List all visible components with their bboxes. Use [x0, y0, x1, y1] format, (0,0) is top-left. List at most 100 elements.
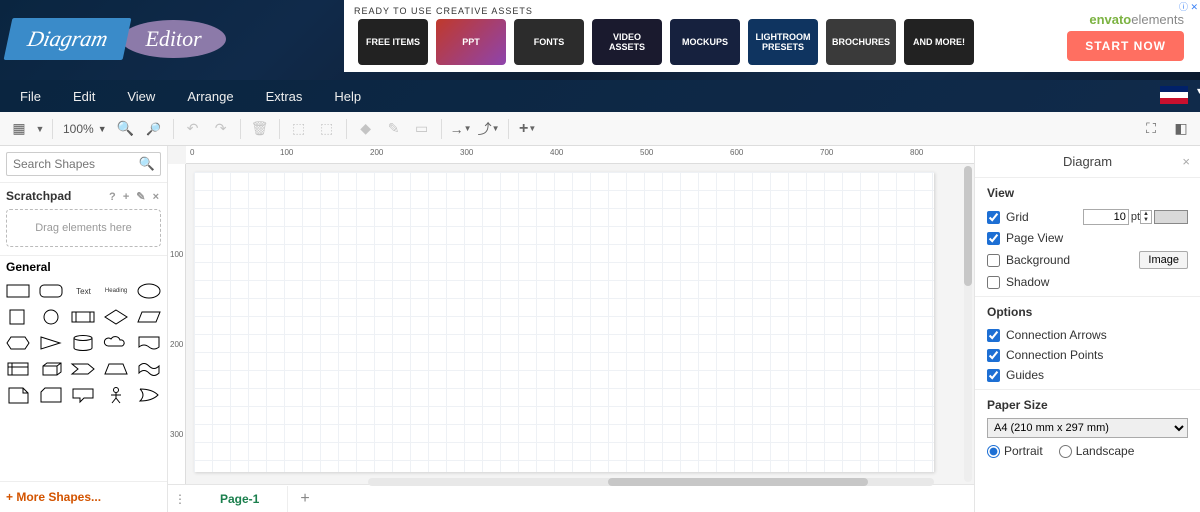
ad-item[interactable]: PPT [436, 19, 506, 65]
shape-cube[interactable] [37, 358, 66, 380]
shadow-checkbox[interactable] [987, 276, 1000, 289]
background-checkbox[interactable] [987, 254, 1000, 267]
page-view-checkbox[interactable] [987, 232, 1000, 245]
shadow-icon[interactable]: ▭ [409, 116, 435, 142]
shape-trapezoid[interactable] [102, 358, 131, 380]
grid-label: Grid [1006, 210, 1029, 224]
zoom-control[interactable]: 100% ▼ [59, 122, 111, 136]
shape-or[interactable] [134, 384, 163, 406]
grid-size-stepper[interactable]: ▲▼ [1140, 210, 1152, 224]
insert-icon[interactable]: +▼ [515, 116, 541, 142]
scratchpad-tools[interactable]: ? + ✎ × [109, 190, 161, 203]
ad-item[interactable]: FONTS [514, 19, 584, 65]
zoom-in-icon[interactable]: 🔍 [113, 116, 139, 142]
menu-view[interactable]: View [111, 83, 171, 110]
connection-points-checkbox[interactable] [987, 349, 1000, 362]
shape-internal-storage[interactable] [4, 358, 33, 380]
shape-cylinder[interactable] [69, 332, 98, 354]
shape-hexagon[interactable] [4, 332, 33, 354]
fullscreen-icon[interactable]: ⛶ [1138, 116, 1164, 142]
shape-text[interactable]: Text [69, 280, 98, 302]
shape-document[interactable] [134, 332, 163, 354]
tab-page-1[interactable]: Page-1 [192, 486, 288, 512]
portrait-radio[interactable] [987, 445, 1000, 458]
tab-menu-icon[interactable]: ⋮ [168, 492, 192, 506]
ad-banner[interactable]: READY TO USE CREATIVE ASSETS ⓘ ✕ FREE IT… [344, 0, 1200, 72]
shape-ellipse[interactable] [134, 280, 163, 302]
waypoint-icon[interactable]: ⤴▼ [476, 116, 502, 142]
logo-editor: Editor [121, 20, 225, 58]
shape-card[interactable] [37, 384, 66, 406]
shape-step[interactable] [69, 358, 98, 380]
ad-close-icon[interactable]: ⓘ ✕ [1179, 0, 1198, 13]
scratchpad-dropzone[interactable]: Drag elements here [6, 209, 161, 247]
connection-points-label: Connection Points [1006, 348, 1103, 362]
zoom-value: 100% [63, 122, 94, 136]
ad-item[interactable]: FREE ITEMS [358, 19, 428, 65]
shape-parallelogram[interactable] [134, 306, 163, 328]
menu-help[interactable]: Help [318, 83, 377, 110]
ad-item[interactable]: MOCKUPS [670, 19, 740, 65]
search-icon[interactable]: 🔍 [139, 156, 155, 172]
shape-rounded-rect[interactable] [37, 280, 66, 302]
line-color-icon[interactable]: ✎ [381, 116, 407, 142]
grid-color-swatch[interactable] [1154, 210, 1188, 224]
connection-arrows-label: Connection Arrows [1006, 328, 1107, 342]
menu-edit[interactable]: Edit [57, 83, 111, 110]
format-panel-toggle-icon[interactable]: ◧ [1168, 116, 1194, 142]
shape-square[interactable] [4, 306, 33, 328]
background-image-button[interactable]: Image [1139, 251, 1188, 269]
menubar: File Edit View Arrange Extras Help [0, 80, 1200, 112]
undo-icon[interactable]: ↶ [180, 116, 206, 142]
menu-file[interactable]: File [4, 83, 57, 110]
grid-checkbox[interactable] [987, 211, 1000, 224]
paper-size-select[interactable]: A4 (210 mm x 297 mm) [987, 418, 1188, 438]
search-shapes-input[interactable] [6, 152, 161, 176]
shape-triangle[interactable] [37, 332, 66, 354]
more-shapes-button[interactable]: More Shapes... [0, 481, 167, 512]
horizontal-scrollbar[interactable] [368, 478, 934, 486]
ad-item[interactable]: BROCHURES [826, 19, 896, 65]
shape-circle[interactable] [37, 306, 66, 328]
view-heading: View [987, 186, 1188, 200]
page-tabs: ⋮ Page-1 + [168, 484, 974, 512]
to-front-icon[interactable]: ⬚ [286, 116, 312, 142]
ad-item[interactable]: VIDEO ASSETS [592, 19, 662, 65]
connection-arrows-checkbox[interactable] [987, 329, 1000, 342]
language-flag-icon[interactable] [1160, 86, 1188, 104]
shape-tape[interactable] [134, 358, 163, 380]
shape-actor[interactable] [102, 384, 131, 406]
to-back-icon[interactable]: ⬚ [314, 116, 340, 142]
ad-item[interactable]: AND MORE! [904, 19, 974, 65]
shape-palette: Text Heading [0, 278, 167, 408]
menu-arrange[interactable]: Arrange [171, 83, 249, 110]
connection-icon[interactable]: →▼ [448, 116, 474, 142]
close-panel-icon[interactable]: × [1182, 154, 1190, 169]
chevron-down-icon[interactable]: ▼ [98, 124, 107, 134]
grid-size-input[interactable] [1083, 209, 1129, 225]
options-heading: Options [987, 305, 1188, 319]
view-mode-dropdown-icon[interactable]: ▼ [34, 116, 46, 142]
canvas-page[interactable] [194, 172, 934, 472]
delete-icon[interactable]: 🗑 [247, 116, 273, 142]
shape-note[interactable] [4, 384, 33, 406]
menu-extras[interactable]: Extras [250, 83, 319, 110]
page-view-label: Page View [1006, 231, 1063, 245]
guides-checkbox[interactable] [987, 369, 1000, 382]
ad-item[interactable]: LIGHTROOM PRESETS [748, 19, 818, 65]
shape-heading[interactable]: Heading [102, 280, 131, 302]
add-page-button[interactable]: + [288, 490, 321, 508]
format-panel: Diagram × View Grid pt ▲▼ Page View [974, 146, 1200, 512]
redo-icon[interactable]: ↷ [208, 116, 234, 142]
shape-rectangle[interactable] [4, 280, 33, 302]
vertical-scrollbar[interactable] [964, 166, 972, 482]
shape-callout[interactable] [69, 384, 98, 406]
ad-cta-button[interactable]: START NOW [1067, 31, 1184, 61]
view-mode-icon[interactable]: ▦ [6, 116, 32, 142]
shape-cloud[interactable] [102, 332, 131, 354]
zoom-out-icon[interactable]: 🔎 [141, 116, 167, 142]
shape-diamond[interactable] [102, 306, 131, 328]
landscape-radio[interactable] [1059, 445, 1072, 458]
fill-color-icon[interactable]: ◆ [353, 116, 379, 142]
shape-process[interactable] [69, 306, 98, 328]
